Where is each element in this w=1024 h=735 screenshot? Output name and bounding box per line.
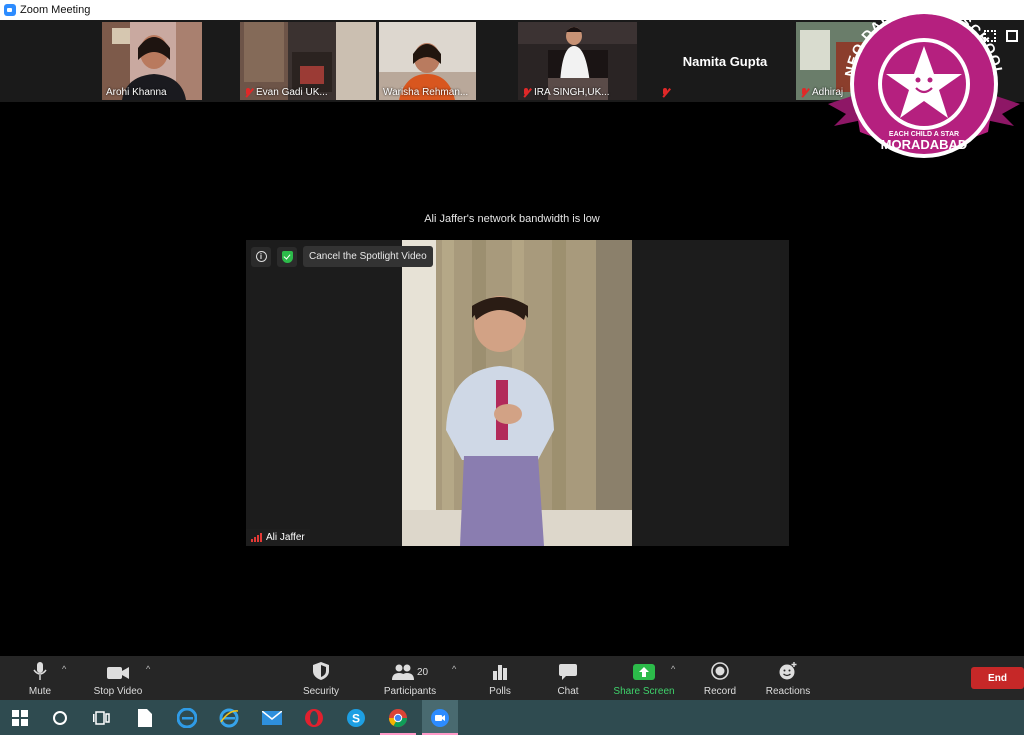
muted-mic-icon	[800, 87, 809, 98]
audio-options-caret[interactable]: ^	[62, 664, 66, 674]
participant-tile[interactable]: IRA SINGH,UK...	[518, 22, 637, 100]
svg-text:S: S	[352, 711, 360, 725]
security-label: Security	[302, 686, 340, 697]
muted-mic-icon	[522, 87, 531, 98]
spotlight-video	[402, 240, 632, 546]
start-button[interactable]	[2, 700, 38, 735]
participant-name: Warisha Rehman...	[383, 87, 469, 98]
participants-icon	[391, 664, 414, 680]
participants-options-caret[interactable]: ^	[452, 664, 456, 674]
school-logo-graphic: NEO DALES PLAY SCHOOL EACH CHILD A STAR …	[828, 1, 1020, 158]
shield-check-icon	[281, 250, 293, 263]
task-view-icon	[93, 710, 110, 725]
video-camera-icon	[107, 667, 129, 679]
participant-name: IRA SINGH,UK...	[534, 87, 610, 98]
task-view-button[interactable]	[84, 700, 120, 735]
spotlight-name-label: Ali Jaffer	[246, 529, 310, 546]
cortana-circle-icon	[53, 710, 67, 725]
edge-browser-icon	[177, 707, 197, 728]
participants-label: Participants	[383, 686, 437, 697]
windows-taskbar: S	[0, 700, 1024, 735]
muted-mic-icon	[661, 88, 670, 98]
info-icon: i	[255, 251, 267, 262]
zoom-app-taskbar-icon	[431, 708, 449, 727]
video-options-caret[interactable]: ^	[146, 664, 150, 674]
muted-mic-icon	[244, 87, 253, 98]
taskbar-ie-app[interactable]	[211, 700, 247, 735]
reactions-smiley-icon	[779, 662, 797, 680]
zoom-app-icon	[4, 4, 16, 16]
participant-tile[interactable]: Namita Gupta	[657, 22, 793, 100]
end-meeting-button[interactable]: End	[971, 667, 1024, 689]
spotlight-participant-name: Ali Jaffer	[266, 532, 305, 543]
participant-tile[interactable]: Evan Gadi UK...	[240, 22, 376, 100]
security-button[interactable]: Security	[296, 656, 346, 700]
taskbar-edge-app[interactable]	[169, 700, 205, 735]
document-icon	[138, 708, 152, 727]
internet-explorer-icon	[219, 708, 239, 727]
participant-name: Evan Gadi UK...	[256, 87, 328, 98]
polls-label: Polls	[489, 686, 511, 697]
meeting-toolbar: Mute ^ Stop Video ^ Security 20 Particip…	[0, 656, 1024, 700]
microphone-icon	[33, 662, 47, 680]
chat-bubble-icon	[559, 664, 577, 680]
taskbar-file-app[interactable]	[127, 700, 163, 735]
search-button[interactable]	[42, 700, 78, 735]
participants-count: 20	[416, 666, 429, 678]
participant-tile[interactable]: Arohi Khanna	[102, 22, 202, 100]
participants-button[interactable]: 20 Participants	[378, 656, 442, 700]
polls-button[interactable]: Polls	[484, 656, 516, 700]
security-shield-icon	[313, 662, 329, 680]
logo-city: MORADABAD	[881, 137, 968, 152]
participant-tile[interactable]: Warisha Rehman...	[379, 22, 476, 100]
bandwidth-status-message: Ali Jaffer's network bandwidth is low	[424, 213, 600, 225]
taskbar-chrome-app[interactable]	[380, 700, 416, 735]
encryption-button[interactable]	[277, 246, 297, 267]
spotlight-video-frame	[402, 240, 632, 546]
taskbar-zoom-app[interactable]	[422, 700, 458, 735]
record-label: Record	[703, 686, 737, 697]
taskbar-skype-app[interactable]: S	[338, 700, 374, 735]
polls-bar-icon	[493, 665, 507, 680]
share-screen-icon	[633, 664, 655, 680]
participant-name: Arohi Khanna	[106, 87, 167, 98]
skype-icon: S	[347, 708, 365, 727]
record-button[interactable]: Record	[700, 656, 740, 700]
cancel-spotlight-button[interactable]: Cancel the Spotlight Video	[303, 246, 433, 267]
stop-video-button[interactable]: Stop Video	[88, 656, 148, 700]
stop-video-label: Stop Video	[93, 686, 143, 697]
chrome-browser-icon	[389, 708, 407, 727]
mute-button[interactable]: Mute	[24, 656, 56, 700]
taskbar-opera-app[interactable]	[296, 700, 332, 735]
share-options-caret[interactable]: ^	[671, 664, 675, 674]
taskbar-mail-app[interactable]	[254, 700, 290, 735]
record-icon	[711, 662, 729, 680]
mute-label: Mute	[28, 686, 52, 697]
meeting-info-button[interactable]: i	[251, 246, 271, 267]
opera-browser-icon	[305, 708, 323, 727]
reactions-label: Reactions	[765, 686, 811, 697]
low-signal-icon	[251, 533, 262, 542]
chat-button[interactable]: Chat	[552, 656, 584, 700]
spotlight-stage: i Cancel the Spotlight Video Ali Jaffer	[246, 240, 789, 546]
share-screen-button[interactable]: Share Screen	[610, 656, 678, 700]
school-logo: NEO DALES PLAY SCHOOL EACH CHILD A STAR …	[828, 1, 1020, 163]
window-title: Zoom Meeting	[20, 4, 91, 16]
windows-logo-icon	[12, 709, 28, 726]
reactions-button[interactable]: Reactions	[762, 656, 814, 700]
chat-label: Chat	[557, 686, 579, 697]
share-screen-label: Share Screen	[613, 686, 675, 697]
mail-envelope-icon	[262, 710, 282, 725]
participant-display-name: Namita Gupta	[682, 54, 768, 69]
